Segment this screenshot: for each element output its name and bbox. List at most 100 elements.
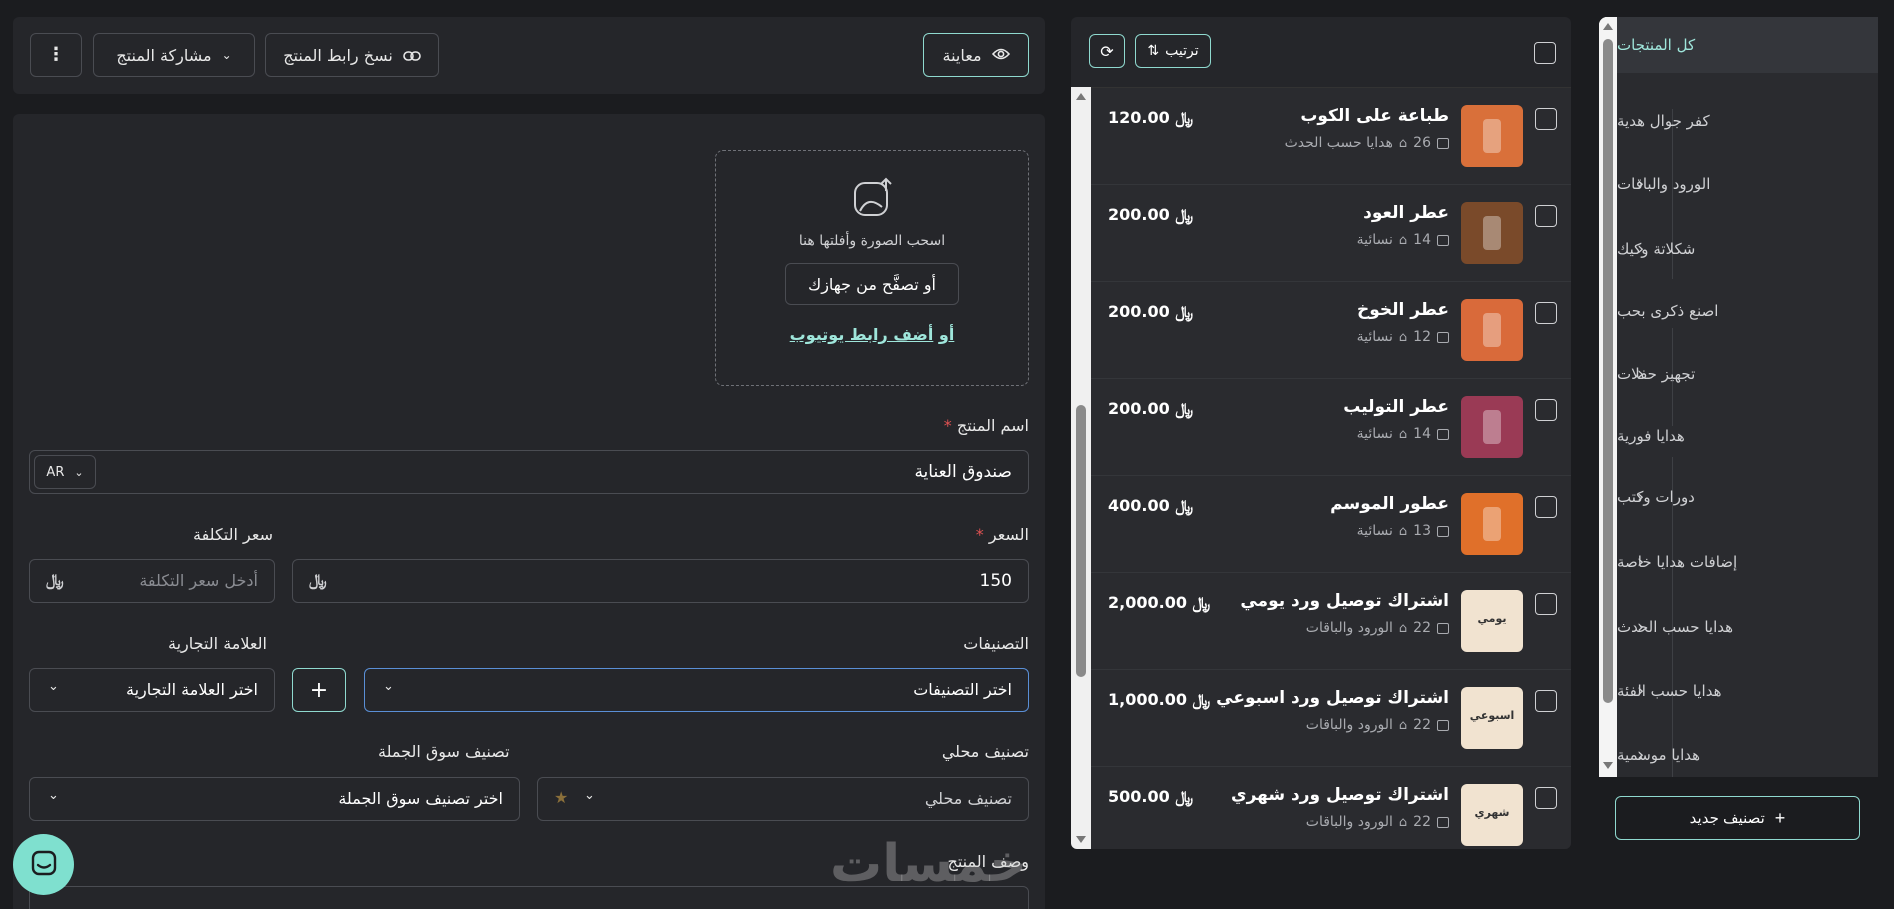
chevron-left-icon[interactable]: ‹: [1637, 745, 1644, 766]
refresh-icon: ⟳: [1100, 41, 1114, 61]
category-label: دورات وكتب: [1617, 488, 1695, 506]
chevron-left-icon[interactable]: ‹: [1637, 174, 1644, 195]
sort-button[interactable]: ⇅ ترتيب: [1135, 34, 1211, 68]
category-label: إضافات هدايا خاصة: [1617, 553, 1738, 571]
product-checkbox[interactable]: [1535, 302, 1557, 324]
category-item[interactable]: شكلاتة وكيك ‹: [1617, 217, 1878, 281]
product-row[interactable]: شهري اشتراك توصيل ورد شهري 22 ⌂ الورود والبا…: [1091, 767, 1571, 849]
add-category-button[interactable]: +: [292, 668, 346, 712]
plus-icon: +: [1774, 807, 1786, 828]
thumbnail-text: يومي: [1477, 612, 1507, 625]
category-item[interactable]: إضافات هدايا خاصة ‹: [1617, 530, 1878, 594]
product-row[interactable]: عطر التوليب 14 ⌂ نسائية 200.00 ﷼: [1091, 379, 1571, 476]
category-item[interactable]: هدايا موسمية ‹: [1617, 723, 1878, 777]
chevron-down-icon: ⌄: [48, 788, 59, 803]
product-checkbox[interactable]: [1535, 787, 1557, 809]
select-all-checkbox[interactable]: [1534, 42, 1556, 64]
category-label: تجهيز حفلات: [1617, 365, 1696, 383]
product-category: الورود والباقات: [1305, 620, 1393, 636]
category-item[interactable]: الورود والباقات ‹: [1617, 152, 1878, 216]
price-field[interactable]: 150 ﷼: [292, 559, 1029, 603]
product-thumbnail: اسبوعي: [1461, 687, 1523, 749]
preview-label: معاينة: [942, 45, 982, 65]
tag-icon: ⌂: [1398, 717, 1408, 733]
product-meta: 14 ⌂ نسائية: [1357, 232, 1449, 248]
riyal-currency-icon: ﷼: [1175, 496, 1194, 515]
category-item[interactable]: دورات وكتب ‹: [1617, 465, 1878, 529]
category-item[interactable]: اصنع ذكرى بحب: [1617, 279, 1878, 343]
chevron-left-icon[interactable]: ‹: [1637, 487, 1644, 508]
category-item[interactable]: كفر جوال هدية: [1617, 89, 1878, 153]
star-icon: ★: [554, 788, 569, 807]
products-scrollbar[interactable]: [1071, 87, 1091, 849]
preview-button[interactable]: معاينة: [923, 33, 1029, 77]
category-label: هدايا حسب الحدث: [1617, 618, 1734, 636]
product-checkbox[interactable]: [1535, 593, 1557, 615]
box-icon: [1437, 719, 1449, 731]
categories-label: التصنيفات: [963, 634, 1029, 653]
browse-device-button[interactable]: أو تصفَّح من جهازك: [785, 263, 959, 305]
cost-price-field[interactable]: أدخل سعر التكلفة ﷼: [29, 559, 275, 603]
chevron-left-icon[interactable]: ‹: [1637, 617, 1644, 638]
product-row[interactable]: عطر الخوخ 12 ⌂ نسائية 200.00 ﷼: [1091, 282, 1571, 379]
product-checkbox[interactable]: [1535, 690, 1557, 712]
product-checkbox[interactable]: [1535, 108, 1557, 130]
product-row[interactable]: عطور الموسم 13 ⌂ نسائية 400.00 ﷼: [1091, 476, 1571, 573]
category-label: هدايا فورية: [1617, 427, 1685, 445]
chevron-left-icon[interactable]: ‹: [1637, 552, 1644, 573]
categories-scrollbar[interactable]: [1599, 17, 1617, 777]
chevron-down-icon: ⌄: [383, 679, 394, 694]
category-label: هدايا موسمية: [1617, 746, 1701, 764]
category-item[interactable]: هدايا حسب الفئة ‹: [1617, 659, 1878, 723]
product-row[interactable]: طباعة على الكوب 26 ⌂ هدايا حسب الحدث 120.00 …: [1091, 88, 1571, 185]
local-classification-select[interactable]: تصنيف محلي ⌄ ★: [537, 777, 1029, 821]
local-classification-placeholder: تصنيف محلي: [924, 789, 1012, 808]
product-stock-count: 14: [1413, 426, 1431, 442]
categories-select[interactable]: اختر التصنيفات ⌄: [364, 668, 1029, 712]
category-item[interactable]: هدايا فورية: [1617, 404, 1878, 468]
product-toolbar: معاينة نسخ رابط المنتج مشاركة المنتج ⌄ ⋮: [13, 17, 1045, 94]
new-category-button[interactable]: تصنيف جديد +: [1615, 796, 1860, 840]
product-row[interactable]: اسبوعي اشتراك توصيل ورد اسبوعي 22 ⌂ الورود و…: [1091, 670, 1571, 767]
product-meta: 22 ⌂ الورود والباقات: [1306, 814, 1449, 830]
product-stock-count: 12: [1413, 329, 1431, 345]
chevron-left-icon[interactable]: ‹: [1637, 681, 1644, 702]
product-price: 2,000.00 ﷼: [1108, 593, 1211, 612]
category-item[interactable]: كل المنتجات: [1617, 17, 1878, 73]
product-meta: 13 ⌂ نسائية: [1357, 523, 1449, 539]
category-item[interactable]: هدايا حسب الحدث ‹: [1617, 595, 1878, 659]
categories-panel: كل المنتجات كفر جوال هدية الورود والباقات ‹…: [1599, 17, 1878, 777]
product-checkbox[interactable]: [1535, 496, 1557, 518]
category-label: كل المنتجات: [1617, 36, 1696, 54]
brand-select[interactable]: اختر العلامة التجارية ⌄: [29, 668, 275, 712]
sort-icon: ⇅: [1147, 43, 1160, 59]
chevron-left-icon[interactable]: ‹: [1637, 364, 1644, 385]
wholesale-classification-select[interactable]: اختر تصنيف سوق الجملة ⌄: [29, 777, 520, 821]
product-category: نسائية: [1356, 329, 1393, 345]
product-category: نسائية: [1356, 523, 1393, 539]
chat-launcher-button[interactable]: [13, 834, 74, 895]
product-checkbox[interactable]: [1535, 399, 1557, 421]
cost-price-label: سعر التكلفة: [193, 525, 273, 544]
product-name: عطر الخوخ: [1356, 300, 1449, 320]
image-upload-dropzone[interactable]: اسحب الصورة وأفلتها هنا أو تصفَّح من جها…: [715, 150, 1029, 386]
add-youtube-link[interactable]: أضف رابط يوتيوب: [790, 325, 934, 344]
copy-link-button[interactable]: نسخ رابط المنتج: [265, 33, 439, 77]
box-icon: [1437, 137, 1449, 149]
category-label: هدايا حسب الفئة: [1617, 682, 1722, 700]
category-item[interactable]: تجهيز حفلات ‹: [1617, 342, 1878, 406]
product-thumbnail: [1461, 202, 1523, 264]
kebab-menu-icon: ⋮: [47, 44, 65, 65]
category-label: الورود والباقات: [1617, 175, 1711, 193]
chevron-left-icon[interactable]: ‹: [1637, 239, 1644, 260]
share-product-button[interactable]: مشاركة المنتج ⌄: [93, 33, 255, 77]
product-checkbox[interactable]: [1535, 205, 1557, 227]
product-row[interactable]: يومي اشتراك توصيل ورد يومي 22 ⌂ الورود والبا…: [1091, 573, 1571, 670]
tag-icon: ⌂: [1398, 135, 1408, 151]
language-selector[interactable]: AR ⌄: [34, 455, 96, 489]
product-name-field[interactable]: صندوق العناية AR ⌄: [29, 450, 1029, 494]
more-options-button[interactable]: ⋮: [30, 33, 82, 77]
product-category: نسائية: [1356, 232, 1393, 248]
product-row[interactable]: عطر العود 14 ⌂ نسائية 200.00 ﷼: [1091, 185, 1571, 282]
refresh-button[interactable]: ⟳: [1089, 34, 1125, 68]
